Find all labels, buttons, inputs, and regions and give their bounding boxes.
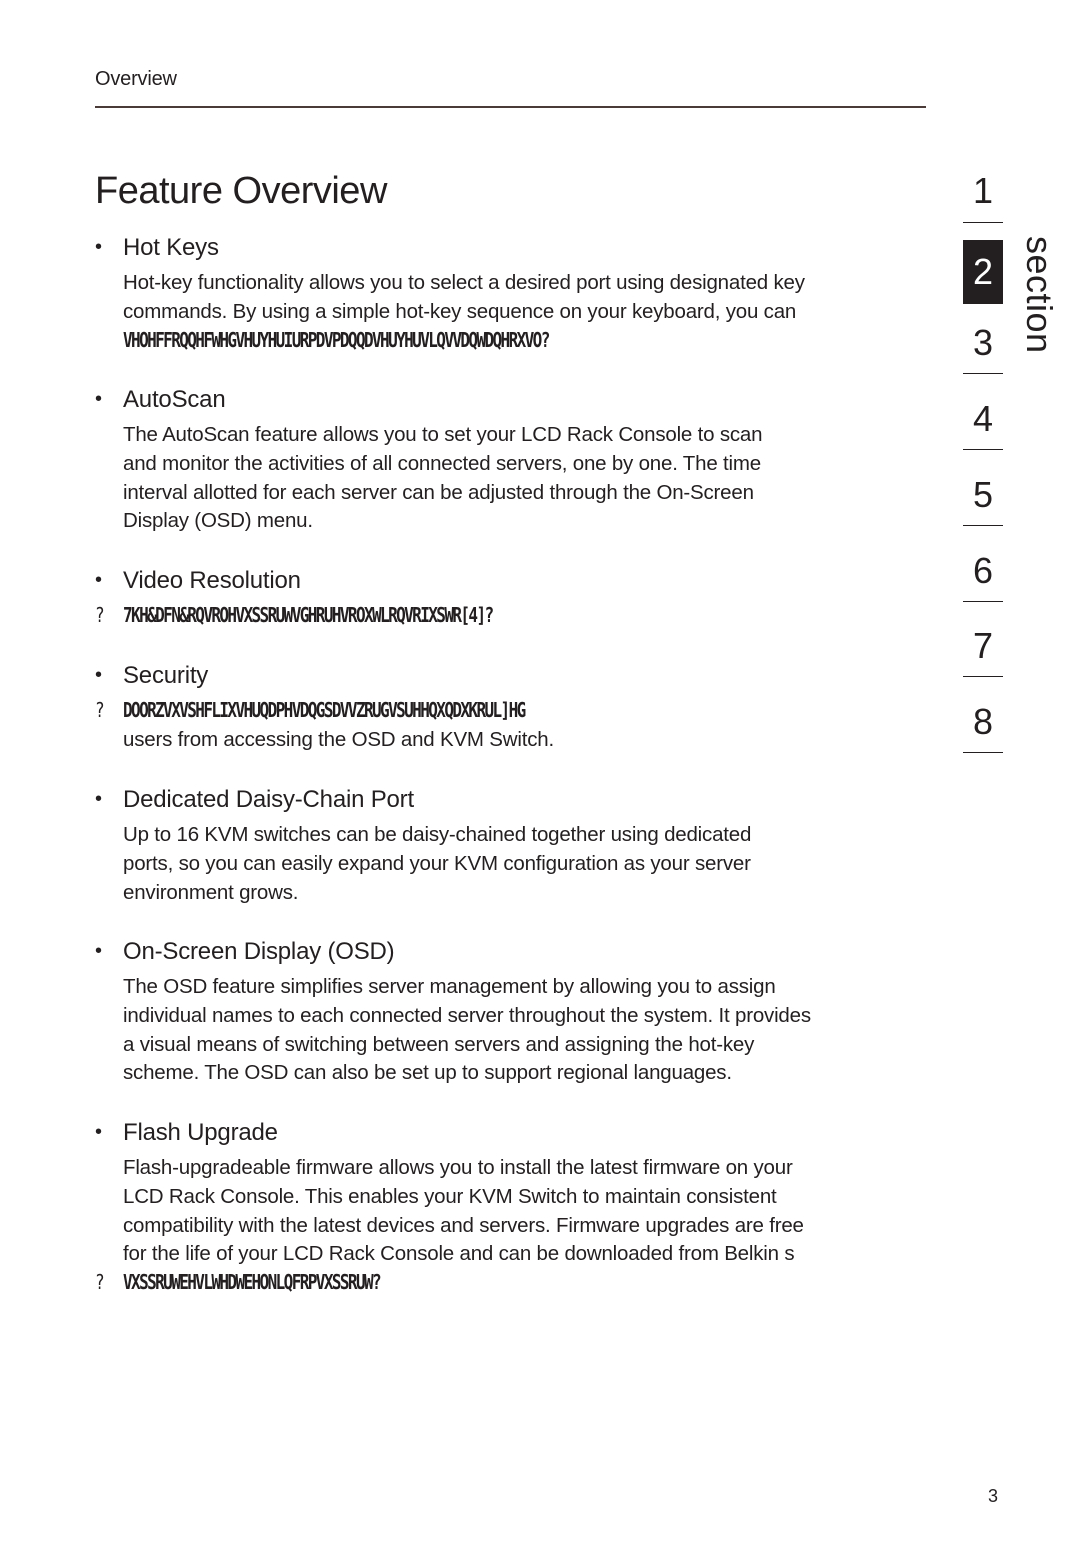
feature-description: The AutoScan feature allows you to set y… [123, 423, 763, 533]
section-tab-3[interactable]: 3 [963, 323, 1003, 363]
section-tab-2-active[interactable]: 2 [963, 240, 1003, 304]
section-tab-5[interactable]: 5 [963, 475, 1003, 515]
feature-flash-upgrade: • Flash Upgrade Flash-upgradeable firmwar… [95, 1118, 925, 1298]
feature-osd: • On-Screen Display (OSD) The OSD feature… [95, 937, 925, 1088]
bullet-icon: • [95, 1121, 102, 1143]
feature-daisy-chain-port: • Dedicated Daisy-Chain Port Up to 16 KVM… [95, 785, 925, 907]
page-number: 3 [988, 1486, 999, 1506]
section-divider [963, 676, 1003, 677]
section-divider [963, 752, 1003, 753]
feature-description: Hot-key functionality allows you to sele… [123, 269, 925, 355]
feature-title: Hot Keys [123, 234, 219, 261]
feature-description: The OSD feature simplifies server manage… [123, 975, 811, 1085]
garbled-text: ? 7KH&DFN&RQVROHVXSSRUWVGHRUHVROXWLRQVRIX… [95, 603, 494, 628]
bullet-icon: • [95, 788, 102, 810]
feature-description: ? DOORZVXVSHFLIXVHUQDPHVDQGSDVVZRUGVSUHHQ… [95, 697, 925, 755]
feature-title: AutoScan [123, 386, 226, 413]
bullet-icon: • [95, 388, 102, 410]
bullet-icon: • [95, 664, 102, 686]
feature-description: ? 7KH&DFN&RQVROHVXSSRUWVGHRUHVROXWLRQVRIX… [95, 602, 925, 631]
feature-autoscan: • AutoScan The AutoScan feature allows yo… [95, 385, 925, 536]
feature-title: Dedicated Daisy-Chain Port [123, 786, 414, 813]
section-divider [963, 525, 1003, 526]
feature-description: Flash-upgradeable firmware allows you to… [95, 1154, 925, 1298]
section-label: section [1019, 236, 1060, 354]
feature-title: Security [123, 662, 209, 689]
section-divider [963, 222, 1003, 223]
section-tab-1[interactable]: 1 [963, 171, 1003, 211]
page-title: Feature Overview [95, 170, 387, 212]
feature-hot-keys: • Hot Keys Hot-key functionality allows y… [95, 233, 925, 355]
feature-title: Video Resolution [123, 567, 301, 594]
section-tab-7[interactable]: 7 [963, 626, 1003, 666]
feature-description: Up to 16 KVM switches can be daisy-chain… [123, 823, 752, 904]
bullet-icon: • [95, 940, 102, 962]
header-rule [95, 106, 926, 108]
section-tab-4[interactable]: 4 [963, 399, 1003, 439]
section-divider [963, 373, 1003, 374]
section-tab-8[interactable]: 8 [963, 702, 1003, 742]
bullet-icon: • [95, 236, 102, 258]
section-divider [963, 449, 1003, 450]
feature-security: • Security ? DOORZVXVSHFLIXVHUQDPHVDQGSDVV… [95, 661, 925, 755]
section-divider [963, 601, 1003, 602]
garbled-text: ? DOORZVXVSHFLIXVHUQDPHVDQGSDVVZRUGVSUHHQ… [95, 698, 526, 723]
feature-video-resolution: • Video Resolution ? 7KH&DFN&RQVROHVXSSRUW… [95, 566, 925, 631]
garbled-text: ? VXSSRUWEHVLWHDWEHONLQFRPVXSSRUW? [95, 1270, 382, 1295]
feature-title: On-Screen Display (OSD) [123, 938, 395, 965]
running-head: Overview [95, 68, 177, 90]
bullet-icon: • [95, 569, 102, 591]
section-tab-6[interactable]: 6 [963, 551, 1003, 591]
garbled-text: VHOHFFRQQHFWHGVHUYHUIURPDVPDQQDVHUYHUVLQ… [123, 327, 550, 352]
feature-title: Flash Upgrade [123, 1119, 278, 1146]
